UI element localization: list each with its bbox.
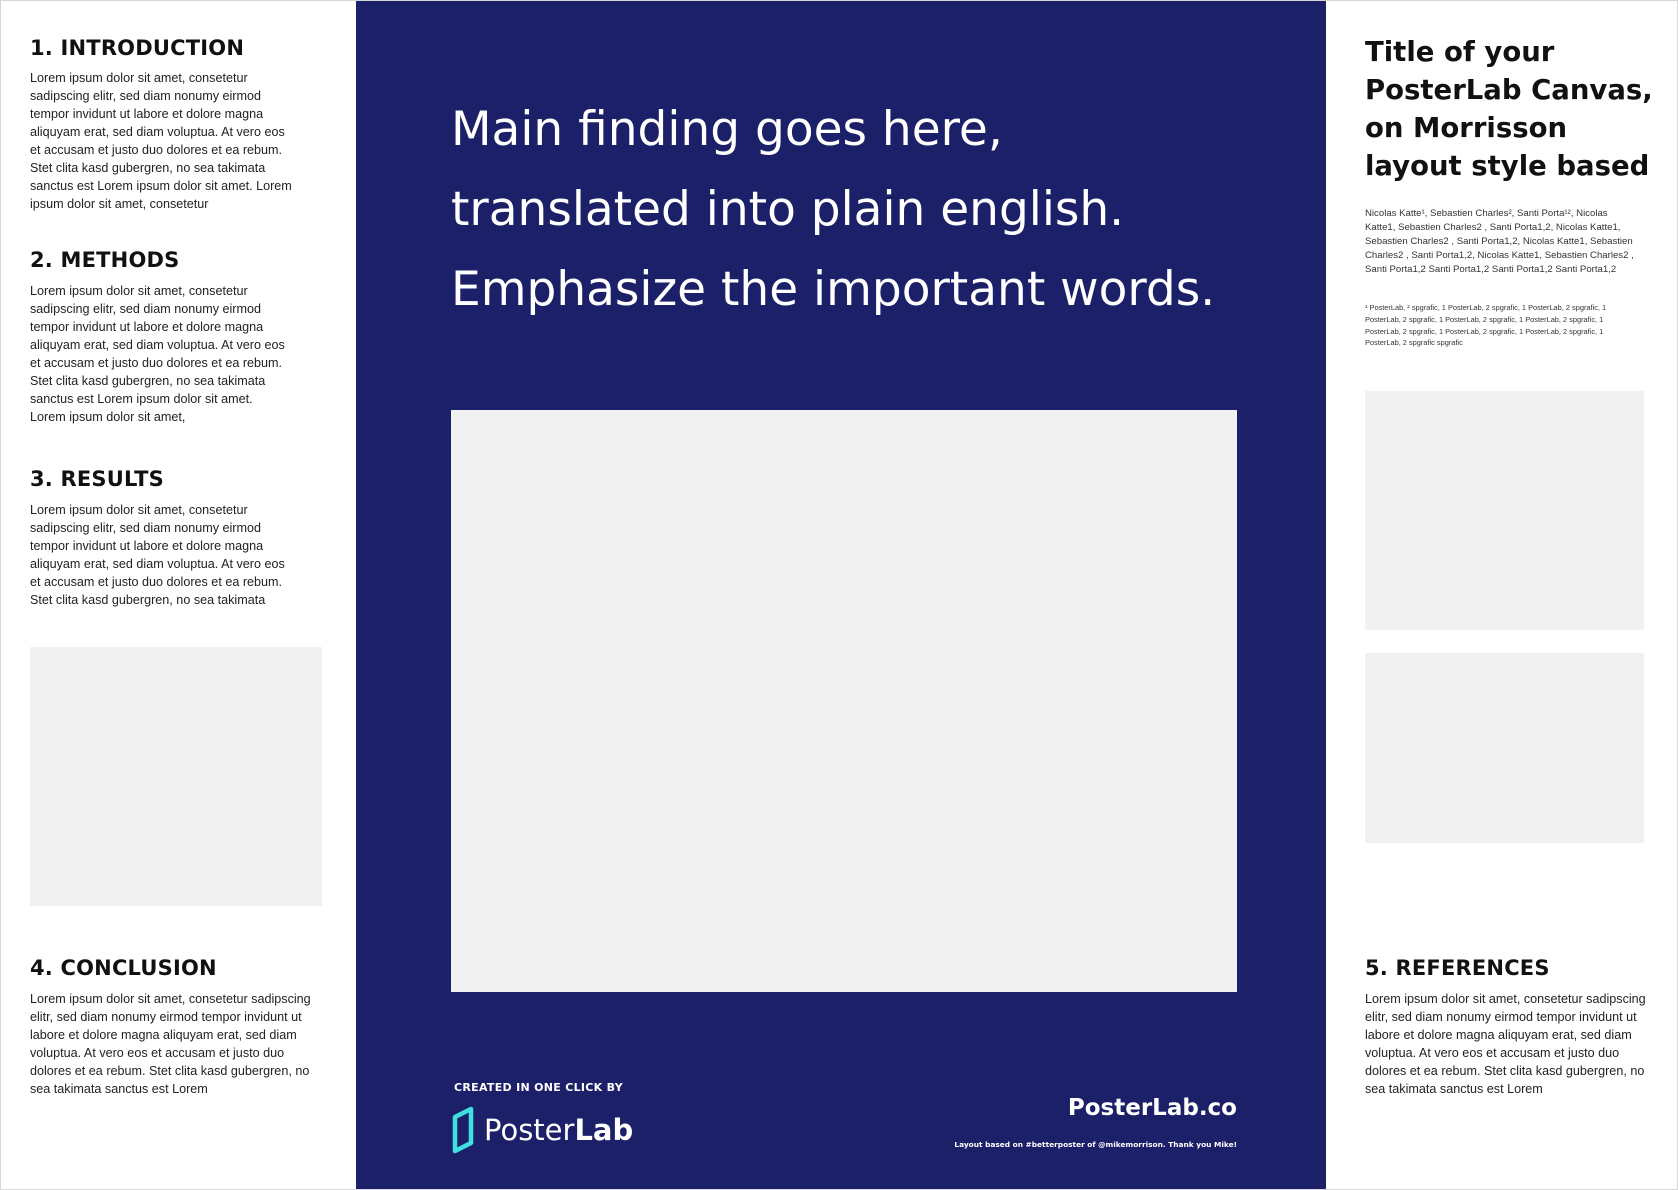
layout-credit: Layout based on #betterposter of @mikemo… [954, 1140, 1237, 1149]
results-heading: 3. RESULTS [30, 467, 164, 491]
main-finding-line-3: Emphasize the important words. [451, 262, 1216, 317]
poster: 1. INTRODUCTION Lorem ipsum dolor sit am… [0, 0, 1678, 1190]
methods-heading: 2. METHODS [30, 248, 180, 272]
poster-title: Title of your PosterLab Canvas, on Morri… [1365, 36, 1653, 182]
references-heading: 5. REFERENCES [1365, 956, 1550, 980]
author-list: Nicolas Katte¹, Sebastien Charles², Sant… [1365, 208, 1634, 275]
posterlab-logo: PosterLab [450, 1105, 633, 1155]
created-by-label: CREATED IN ONE CLICK BY [454, 1081, 623, 1094]
right-figure-placeholder-2 [1365, 653, 1644, 843]
brand-name-bold: Lab [574, 1113, 634, 1147]
introduction-body: Lorem ipsum dolor sit amet, consetetur s… [30, 71, 292, 211]
references-body: Lorem ipsum dolor sit amet, consetetur s… [1365, 992, 1646, 1096]
main-figure-placeholder [451, 410, 1237, 992]
affiliation-list: ¹ PosterLab, ² spgrafic, 1 PosterLab, 2 … [1365, 303, 1607, 348]
brand-name-light: Poster [484, 1113, 575, 1147]
results-body: Lorem ipsum dolor sit amet, consetetur s… [30, 503, 285, 607]
main-finding-line-1: Main finding goes here, [451, 102, 1003, 157]
main-finding: Main finding goes here, translated into … [451, 90, 1271, 330]
right-figure-placeholder-1 [1365, 391, 1644, 630]
results-figure-placeholder [30, 647, 322, 906]
site-url: PosterLab.co [1067, 1095, 1237, 1121]
brand-name: PosterLab [484, 1113, 633, 1147]
main-finding-panel: Main finding goes here, translated into … [356, 0, 1326, 1190]
methods-body: Lorem ipsum dolor sit amet, consetetur s… [30, 284, 285, 424]
main-finding-line-2: translated into plain english. [451, 182, 1125, 237]
introduction-heading: 1. INTRODUCTION [30, 36, 245, 60]
conclusion-body: Lorem ipsum dolor sit amet, consetetur s… [30, 992, 311, 1096]
conclusion-heading: 4. CONCLUSION [30, 956, 217, 980]
posterlab-logo-icon [452, 1106, 474, 1154]
